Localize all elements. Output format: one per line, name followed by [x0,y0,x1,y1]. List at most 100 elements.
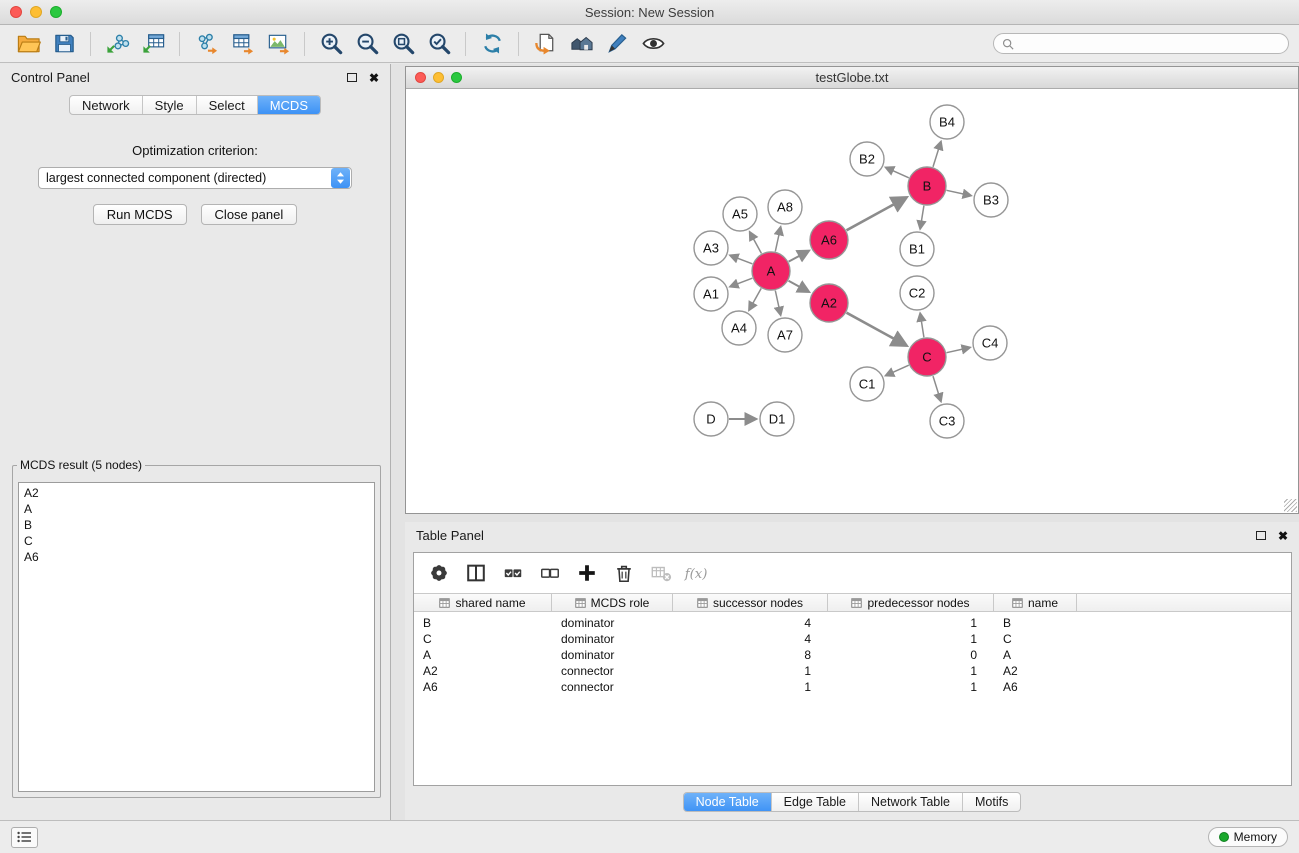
table-cell[interactable]: connector [552,663,673,679]
table-cell[interactable]: C [994,631,1077,647]
mcds-result-item[interactable]: A [24,501,369,517]
table-cell[interactable]: C [414,631,552,647]
table-cell[interactable]: dominator [552,615,673,631]
edge-C-C1[interactable] [886,365,909,375]
edge-A2-C[interactable] [847,313,906,346]
save-session-button[interactable] [46,29,82,59]
mcds-result-item[interactable]: B [24,517,369,533]
mcds-result-item[interactable]: A2 [24,485,369,501]
minimize-window-button[interactable] [30,6,42,18]
node-A3[interactable]: A3 [694,231,728,265]
table-row[interactable]: Adominator80A [414,647,1291,663]
node-A6[interactable]: A6 [810,221,848,259]
float-panel-icon[interactable] [347,73,357,82]
edge-A-A6[interactable] [789,251,809,262]
table-cell[interactable]: A2 [994,663,1077,679]
mcds-result-item[interactable]: A6 [24,549,369,565]
tab-motifs[interactable]: Motifs [963,793,1020,812]
edge-A-A1[interactable] [730,278,752,286]
column-header-shared-name[interactable]: shared name [414,594,552,611]
network-maximize-button[interactable] [451,72,462,83]
table-cell[interactable]: 1 [673,663,828,679]
table-cell[interactable]: 1 [828,663,994,679]
edge-B-B4[interactable] [933,142,941,167]
tab-select[interactable]: Select [197,96,258,114]
column-header-mcds-role[interactable]: MCDS role [552,594,673,611]
tab-network[interactable]: Network [70,96,143,114]
table-cell[interactable]: 4 [673,631,828,647]
close-window-button[interactable] [10,6,22,18]
table-cell[interactable]: B [414,615,552,631]
style-pen-button[interactable] [599,29,635,59]
close-table-panel-icon[interactable]: ✖ [1278,530,1288,542]
table-cell[interactable]: connector [552,679,673,695]
node-B3[interactable]: B3 [974,183,1008,217]
table-row[interactable]: Cdominator41C [414,631,1291,647]
memory-button[interactable]: Memory [1208,827,1288,847]
node-B4[interactable]: B4 [930,105,964,139]
import-table-from-file-button[interactable] [135,29,171,59]
node-A2[interactable]: A2 [810,284,848,322]
edge-A-A2[interactable] [789,281,809,292]
edge-C-C2[interactable] [920,313,924,337]
deselect-all-button[interactable] [535,559,565,587]
node-A5[interactable]: A5 [723,197,757,231]
maximize-window-button[interactable] [50,6,62,18]
zoom-selected-button[interactable] [421,29,457,59]
float-table-panel-icon[interactable] [1256,531,1266,540]
search-input[interactable] [1019,37,1280,51]
column-header-predecessor-nodes[interactable]: predecessor nodes [828,594,994,611]
edge-B-B1[interactable] [920,206,924,229]
edge-A-A7[interactable] [775,291,780,315]
edge-B-B2[interactable] [886,168,909,178]
task-history-button[interactable] [11,827,38,848]
table-cell[interactable]: 1 [828,631,994,647]
node-C3[interactable]: C3 [930,404,964,438]
network-canvas[interactable]: B4B2BB3A5A8A6B1A3AC2A1A2A4A7CC4C1C3DD1 [406,89,1298,513]
apply-preferred-layout-button[interactable] [474,29,510,59]
mcds-result-item[interactable]: C [24,533,369,549]
edge-C-C3[interactable] [933,376,941,401]
table-cell[interactable]: dominator [552,631,673,647]
tab-mcds[interactable]: MCDS [258,96,320,114]
edge-B-B3[interactable] [947,190,971,195]
export-network-button[interactable] [188,29,224,59]
node-C2[interactable]: C2 [900,276,934,310]
network-window-titlebar[interactable]: testGlobe.txt [406,67,1298,89]
edge-A6-B[interactable] [847,198,906,231]
table-cell[interactable]: 1 [673,679,828,695]
table-cell[interactable]: 1 [828,615,994,631]
delete-columns-button[interactable] [609,559,639,587]
resize-grip[interactable] [1284,499,1297,512]
node-A7[interactable]: A7 [768,318,802,352]
close-panel-button[interactable]: Close panel [201,204,298,225]
export-table-button[interactable] [224,29,260,59]
node-B[interactable]: B [908,167,946,205]
tab-node-table[interactable]: Node Table [684,793,772,812]
node-D1[interactable]: D1 [760,402,794,436]
node-A8[interactable]: A8 [768,190,802,224]
node-C1[interactable]: C1 [850,367,884,401]
tab-network-table[interactable]: Network Table [859,793,963,812]
node-B1[interactable]: B1 [900,232,934,266]
table-cell[interactable]: A6 [994,679,1077,695]
show-graphics-details-button[interactable] [635,29,671,59]
column-header-successor-nodes[interactable]: successor nodes [673,594,828,611]
close-panel-icon[interactable]: ✖ [369,72,379,84]
create-column-button[interactable] [572,559,602,587]
select-all-button[interactable] [498,559,528,587]
search-field[interactable] [993,33,1289,54]
table-mode-button[interactable] [424,559,454,587]
table-cell[interactable]: dominator [552,647,673,663]
edge-A-A4[interactable] [749,288,761,310]
show-columns-button[interactable] [461,559,491,587]
node-D[interactable]: D [694,402,728,436]
network-close-button[interactable] [415,72,426,83]
tab-edge-table[interactable]: Edge Table [772,793,859,812]
home-view-button[interactable] [563,29,599,59]
table-cell[interactable]: 4 [673,615,828,631]
tab-style[interactable]: Style [143,96,197,114]
node-C[interactable]: C [908,338,946,376]
node-B2[interactable]: B2 [850,142,884,176]
table-cell[interactable]: 0 [828,647,994,663]
